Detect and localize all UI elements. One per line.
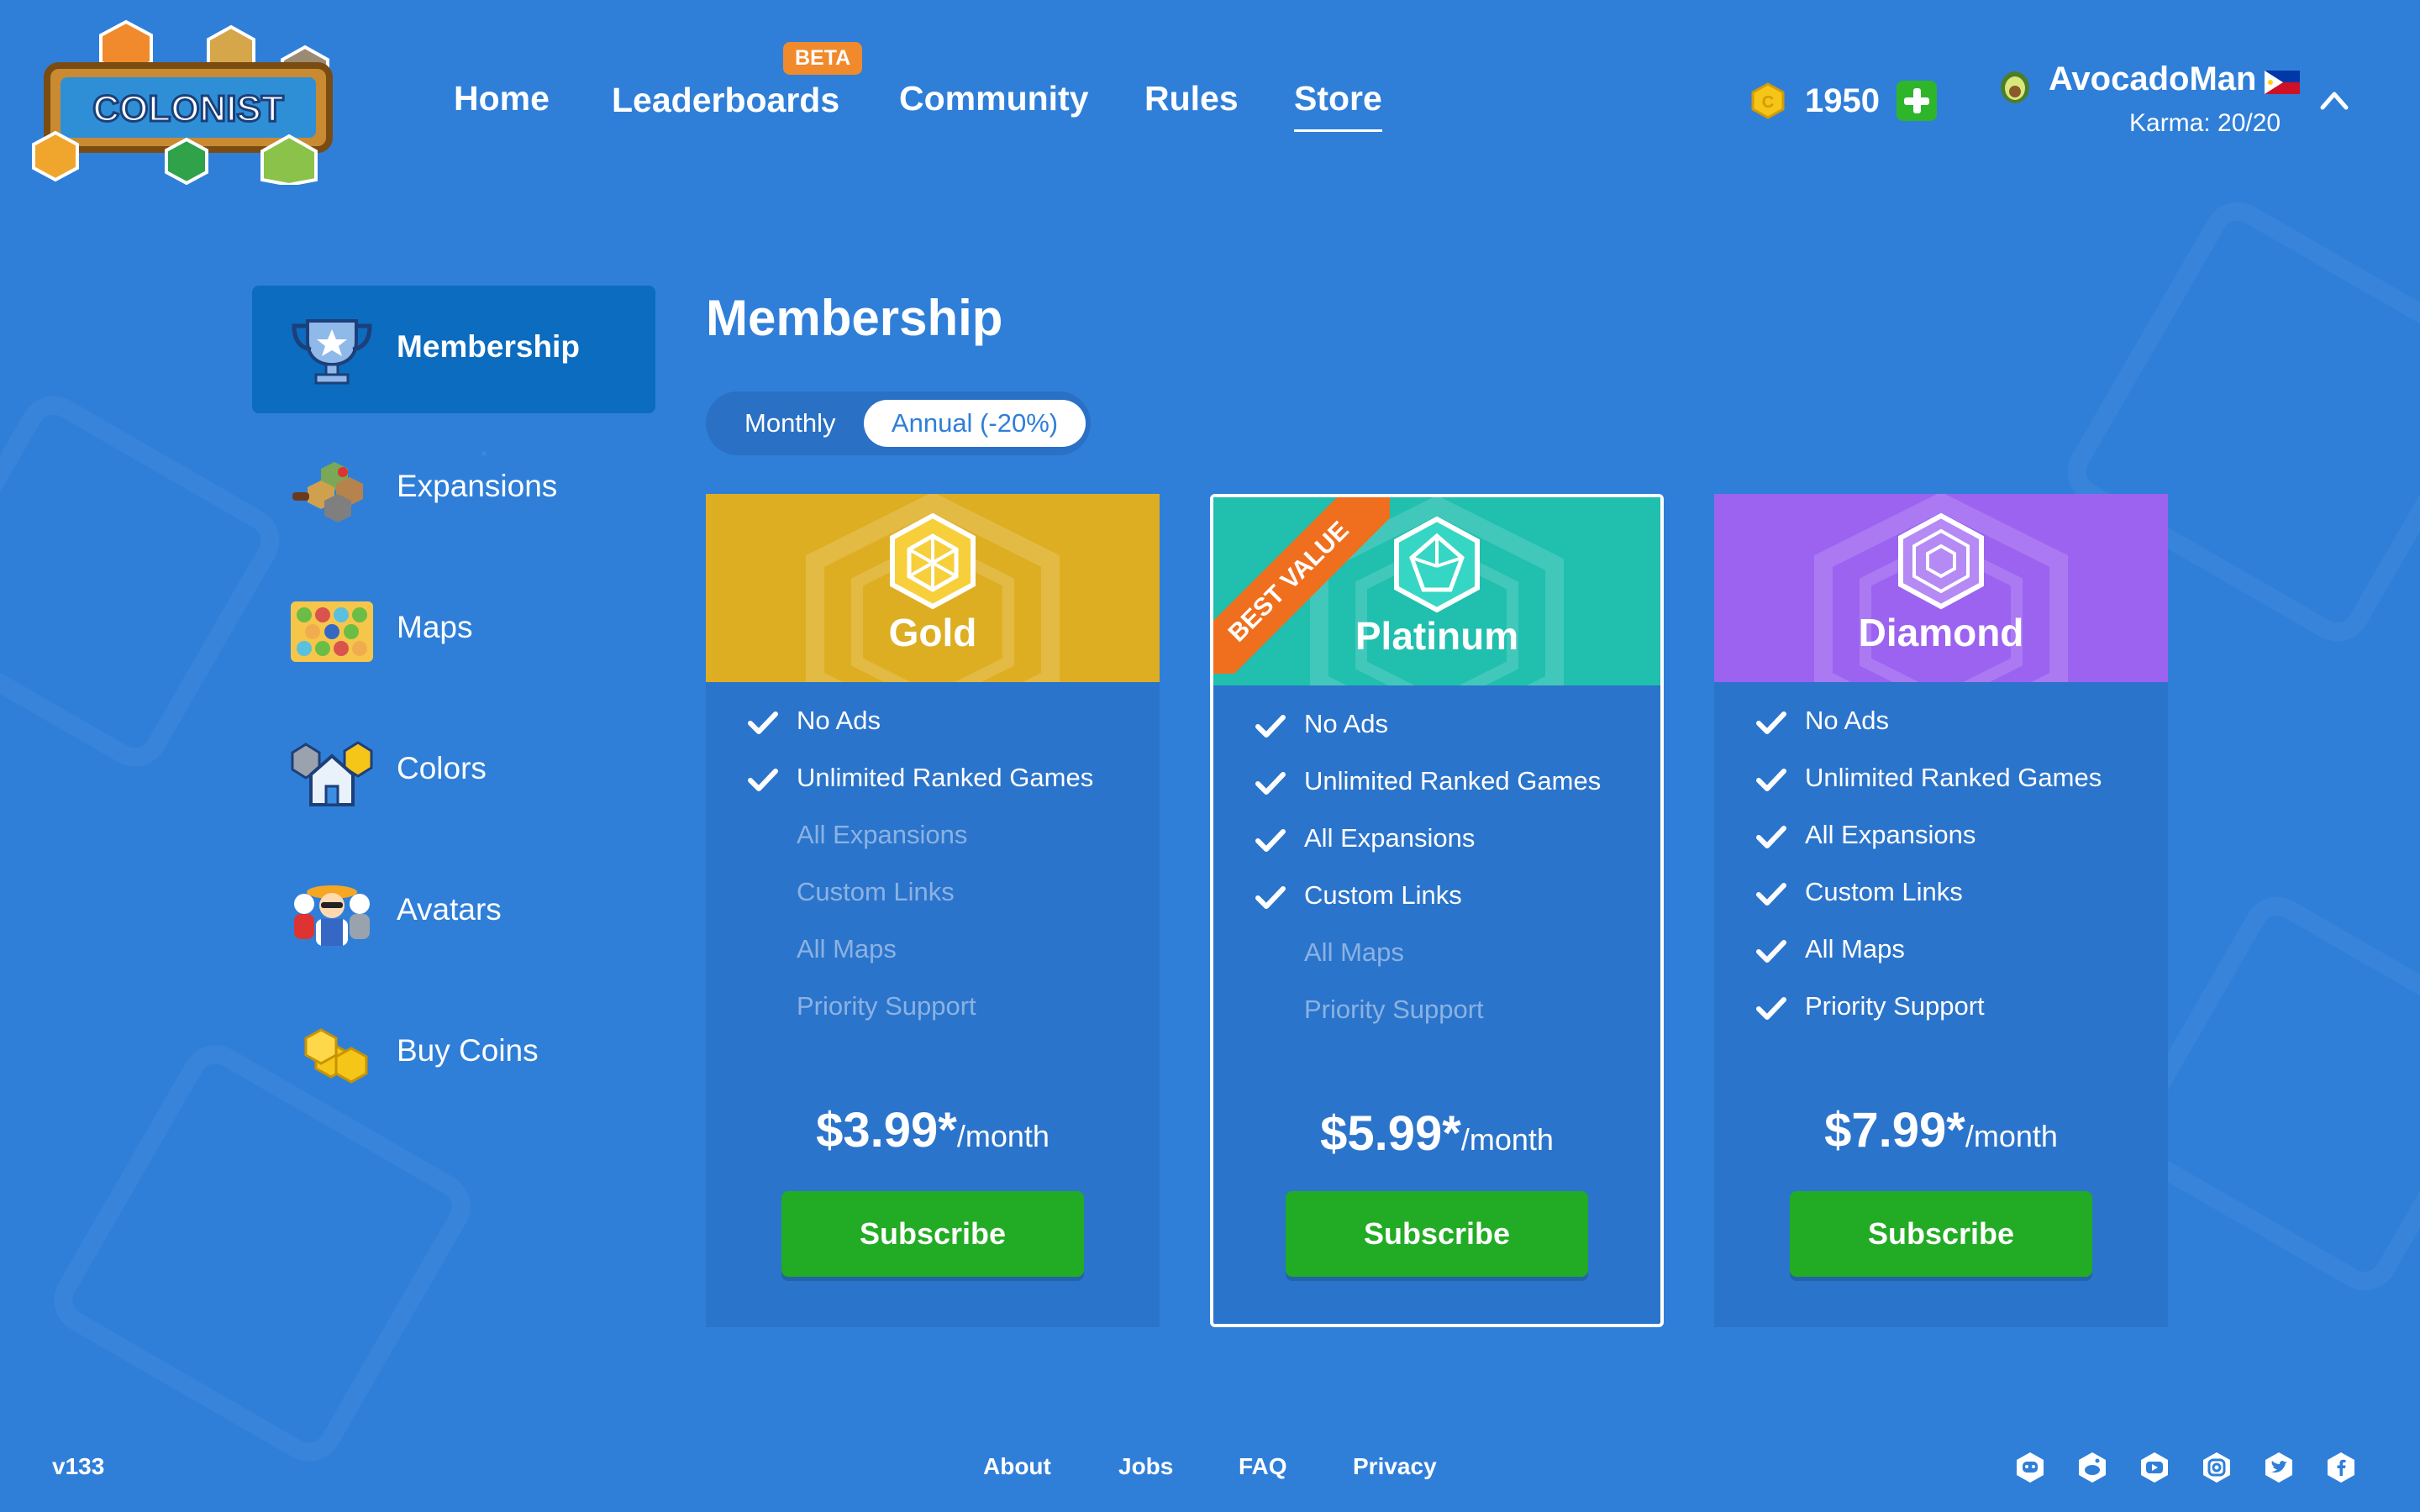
plan-card-diamond: Diamond No Ads Unlimited Ranked Games Al…	[1714, 494, 2168, 1327]
sidebar-label-avatars: Avatars	[397, 892, 502, 927]
plan-name-gold: Gold	[888, 611, 977, 654]
subscribe-gold-button[interactable]: Subscribe	[781, 1191, 1084, 1277]
svg-text:COLONIST: COLONIST	[92, 88, 283, 129]
username: AvocadoMan	[2049, 60, 2257, 97]
price-amount: $3.99*	[816, 1103, 957, 1158]
svg-text:C: C	[1762, 93, 1774, 112]
plan-price-gold: $3.99*/month	[706, 1102, 1160, 1158]
diamond-gem-icon	[1898, 512, 1984, 610]
coins-icon	[304, 1028, 368, 1084]
footer-link-privacy[interactable]: Privacy	[1353, 1453, 1437, 1480]
plan-header-diamond: Diamond	[1714, 494, 2168, 682]
youtube-icon[interactable]	[2138, 1451, 2171, 1484]
footer-link-jobs[interactable]: Jobs	[1118, 1453, 1173, 1480]
checkmark-icon	[1756, 883, 1786, 906]
checkmark-icon	[1756, 997, 1786, 1020]
footer-link-faq[interactable]: FAQ	[1239, 1453, 1287, 1480]
background-hex	[0, 384, 292, 779]
checkmark-icon	[748, 769, 778, 791]
coin-icon: C	[1751, 82, 1785, 119]
reddit-icon[interactable]	[2075, 1451, 2109, 1484]
ribbon-label: BEST VALUE	[1213, 497, 1390, 674]
checkmark-icon	[1255, 829, 1286, 852]
philippines-flag-icon	[2265, 71, 2300, 94]
gold-gem-icon	[890, 512, 976, 610]
trophy-icon	[292, 319, 372, 385]
nav-store[interactable]: Store	[1294, 79, 1382, 132]
price-period: /month	[1965, 1119, 2058, 1153]
checkmark-icon	[1756, 826, 1786, 848]
colors-icon	[291, 741, 373, 806]
avatars-icon	[294, 885, 370, 946]
coin-amount: 1950	[1805, 81, 1880, 119]
subscribe-platinum-button[interactable]: Subscribe	[1286, 1191, 1588, 1277]
sidebar-label-membership: Membership	[397, 329, 580, 364]
maps-icon	[291, 601, 373, 662]
platinum-gem-icon	[1394, 516, 1480, 613]
page-title: Membership	[706, 290, 1003, 346]
checkmark-icon	[1756, 711, 1786, 734]
best-value-ribbon: BEST VALUE	[1213, 497, 1390, 674]
billing-monthly-option[interactable]: Monthly	[744, 400, 836, 447]
sidebar-label-maps: Maps	[397, 610, 473, 644]
sidebar-item-expansions[interactable]: Expansions	[252, 425, 655, 553]
price-period: /month	[956, 1119, 1050, 1153]
sidebar-label-buy-coins: Buy Coins	[397, 1033, 539, 1068]
sidebar-item-colors[interactable]: Colors	[252, 707, 655, 835]
coin-balance: C 1950	[1749, 81, 1937, 121]
checkmark-icon	[1255, 886, 1286, 909]
checkmark-icon	[1255, 715, 1286, 738]
nav-community[interactable]: Community	[899, 79, 1089, 118]
plan-price-diamond: $7.99*/month	[1714, 1102, 2168, 1158]
sidebar-label-colors: Colors	[397, 751, 487, 785]
avocado-avatar-icon	[2001, 71, 2029, 103]
checkmark-icon	[1756, 940, 1786, 963]
instagram-icon[interactable]	[2200, 1451, 2233, 1484]
subscribe-diamond-button[interactable]: Subscribe	[1790, 1191, 2092, 1277]
price-amount: $7.99*	[1824, 1103, 1965, 1158]
expansions-icon	[292, 462, 363, 522]
checkmark-icon	[748, 711, 778, 734]
price-amount: $5.99*	[1320, 1106, 1461, 1161]
price-period: /month	[1460, 1122, 1554, 1157]
plan-header-gold: Gold	[706, 494, 1160, 682]
nav-home[interactable]: Home	[454, 79, 550, 118]
karma-label: Karma: 20/20	[2129, 109, 2281, 137]
twitter-icon[interactable]	[2262, 1451, 2296, 1484]
plan-name-diamond: Diamond	[1858, 611, 2024, 654]
sidebar-item-avatars[interactable]: Avatars	[252, 848, 655, 976]
plan-price-platinum: $5.99*/month	[1213, 1105, 1660, 1162]
checkmark-icon	[1255, 772, 1286, 795]
nav-leaderboards[interactable]: Leaderboards	[612, 81, 839, 120]
nav-rules[interactable]: Rules	[1144, 79, 1239, 118]
colonist-logo[interactable]: COLONIST	[25, 17, 345, 185]
sidebar-label-expansions: Expansions	[397, 469, 558, 503]
facebook-icon[interactable]	[2324, 1451, 2358, 1484]
version-label: v133	[52, 1453, 105, 1479]
plan-header-platinum: Platinum BEST VALUE	[1213, 497, 1660, 685]
checkmark-icon	[1756, 769, 1786, 791]
sidebar-item-maps[interactable]: Maps	[252, 566, 655, 694]
sidebar-item-membership[interactable]: Membership	[252, 286, 655, 413]
beta-badge: BETA	[783, 42, 863, 75]
add-coins-button[interactable]	[1896, 81, 1937, 121]
footer-link-about[interactable]: About	[983, 1453, 1051, 1480]
billing-annual-option[interactable]: Annual (-20%)	[864, 400, 1086, 447]
discord-icon[interactable]	[2013, 1451, 2047, 1484]
plan-card-platinum: Platinum BEST VALUE No Ads Unlimited Ran…	[1210, 494, 1664, 1327]
plan-card-gold: Gold No Ads Unlimited Ranked Games All E…	[706, 494, 1160, 1327]
billing-period-toggle: Monthly Annual (-20%)	[706, 391, 1091, 455]
chevron-up-icon[interactable]	[2319, 87, 2349, 113]
sidebar-item-buy-coins[interactable]: Buy Coins	[252, 990, 655, 1117]
